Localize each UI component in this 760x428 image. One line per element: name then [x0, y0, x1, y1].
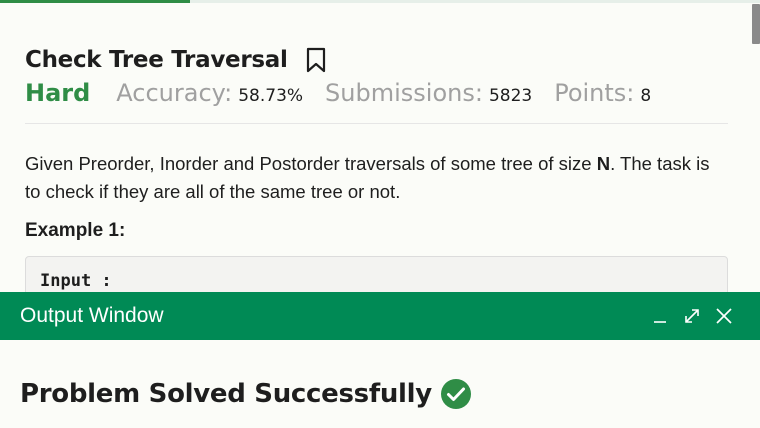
window-controls	[650, 306, 734, 326]
accuracy-label: Accuracy:	[116, 79, 233, 107]
submissions-value: 5823	[488, 86, 533, 106]
expand-icon[interactable]	[682, 306, 702, 326]
title-row: Check Tree Traversal	[25, 44, 728, 76]
points-label: Points:	[554, 79, 635, 107]
bookmark-icon[interactable]	[306, 47, 326, 73]
points-value: 8	[640, 86, 652, 106]
progress-bar	[0, 0, 190, 3]
difficulty-badge: Hard	[25, 79, 91, 107]
problem-panel: Check Tree Traversal Hard Accuracy: 58.7…	[25, 44, 728, 316]
status-message: Problem Solved Successfully	[20, 379, 432, 409]
scrollbar-thumb[interactable]	[752, 4, 760, 44]
submissions-label: Submissions:	[325, 79, 483, 107]
output-window-body: Problem Solved Successfully	[0, 340, 760, 410]
problem-description: Given Preorder, Inorder and Postorder tr…	[25, 150, 728, 206]
problem-meta: Hard Accuracy: 58.73% Submissions: 5823 …	[25, 79, 728, 124]
accuracy-value: 58.73%	[238, 86, 304, 106]
description-text-1: Given Preorder, Inorder and Postorder tr…	[25, 153, 597, 174]
output-window: Output Window Problem Solved Successfull…	[0, 292, 760, 428]
output-window-header: Output Window	[0, 292, 760, 340]
close-icon[interactable]	[714, 306, 734, 326]
output-window-title: Output Window	[20, 304, 164, 327]
minimize-icon[interactable]	[650, 306, 670, 326]
progress-track	[190, 0, 760, 3]
problem-title: Check Tree Traversal	[25, 47, 288, 73]
description-bold-n: N	[596, 153, 611, 174]
check-circle-icon	[440, 378, 472, 410]
example-input-label: Input :	[40, 271, 112, 291]
example-heading: Example 1:	[25, 220, 126, 241]
